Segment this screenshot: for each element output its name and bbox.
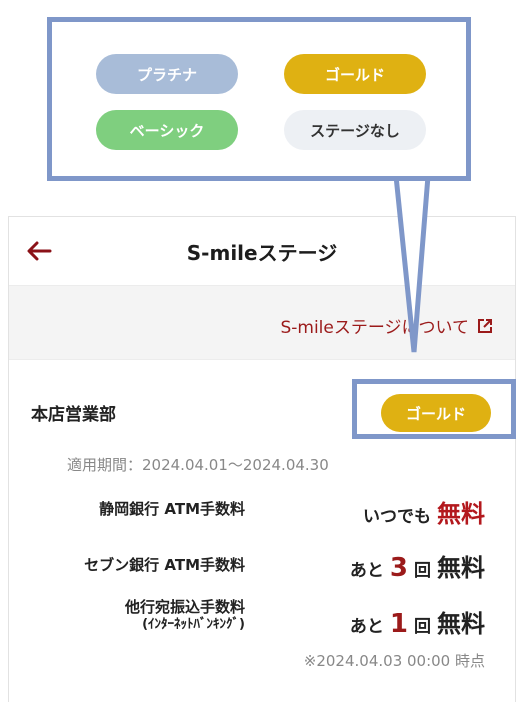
legend-pill-gold: ゴールド bbox=[284, 54, 426, 94]
legend-pill-no-stage: ステージなし bbox=[284, 110, 426, 150]
legend-pill-basic: ベーシック bbox=[96, 110, 238, 150]
stage-legend-callout: プラチナ ゴールド ベーシック ステージなし bbox=[47, 17, 471, 181]
legend-pill-platinum: プラチナ bbox=[96, 54, 238, 94]
